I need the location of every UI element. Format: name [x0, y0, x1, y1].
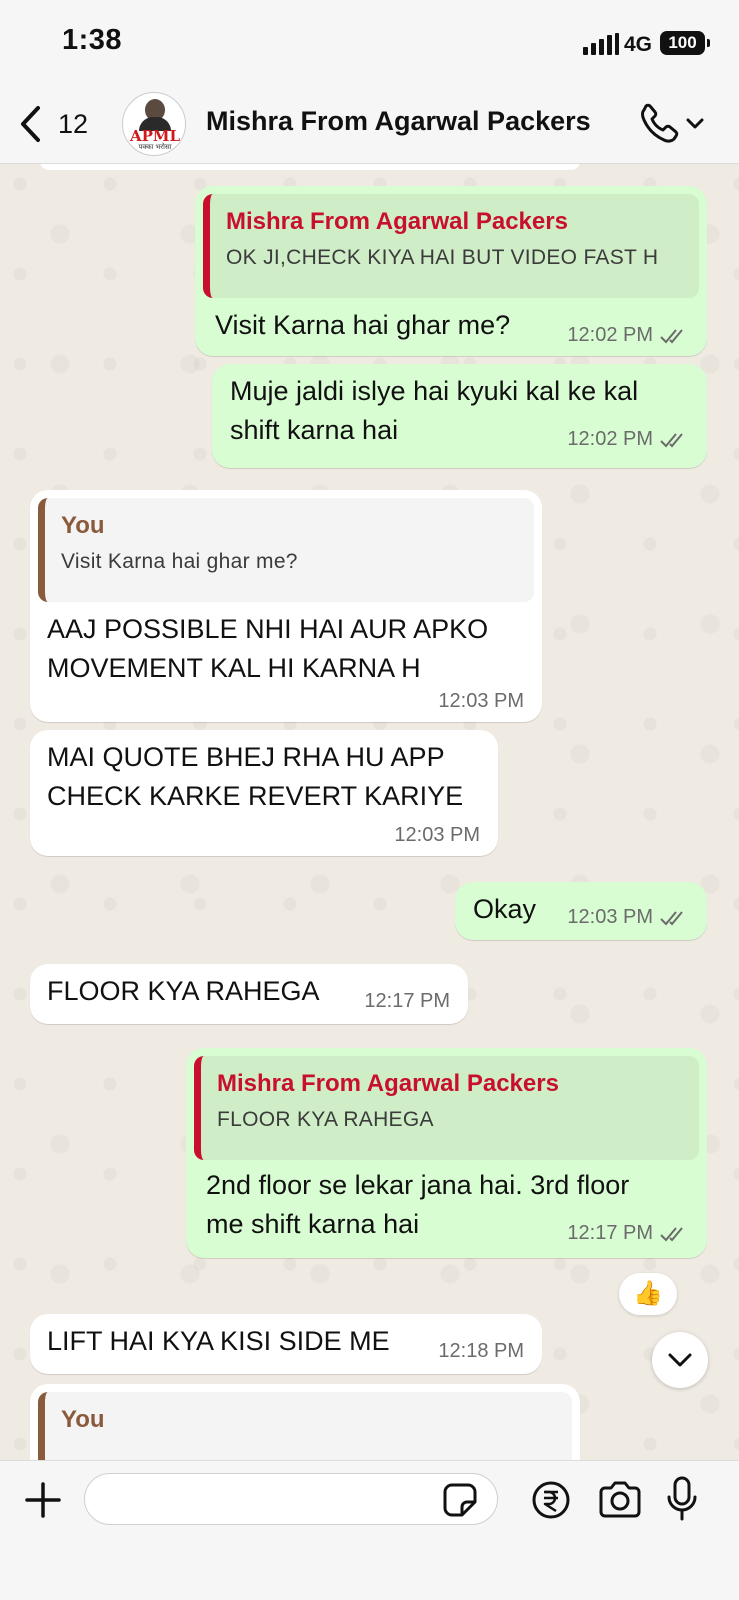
message-bubble-incoming[interactable]: You Visit Karna hai ghar me? AAJ POSSIBL…	[30, 490, 542, 722]
message-text: Okay	[473, 894, 537, 924]
message-text-line: Muje jaldi islye hai kyuki kal ke kal	[230, 376, 639, 406]
message-bubble-outgoing[interactable]: Mishra From Agarwal Packers OK JI,CHECK …	[195, 186, 707, 356]
message-meta: 12:17 PM	[567, 1222, 689, 1245]
double-check-icon	[660, 910, 683, 925]
quote-text: Visit Karna hai ghar me?	[61, 550, 298, 573]
message-bubble-outgoing[interactable]: Muje jaldi islye hai kyuki kal ke kal sh…	[212, 364, 707, 468]
message-text-line: 2nd floor se lekar jana hai. 3rd floor	[206, 1170, 630, 1200]
message-meta: 12:18 PM	[438, 1340, 524, 1363]
quote-author: You	[61, 512, 105, 539]
message-time: 12:02 PM	[567, 324, 653, 346]
message-text-line: CHECK KARKE REVERT KARIYE	[47, 781, 464, 811]
message-bubble-outgoing[interactable]: Mishra From Agarwal Packers FLOOR KYA RA…	[186, 1048, 707, 1258]
message-text: FLOOR KYA RAHEGA	[47, 976, 320, 1006]
voice-message-button[interactable]	[664, 1473, 700, 1525]
battery-icon: 100	[660, 31, 710, 55]
message-text-line: MOVEMENT KAL HI KARNA H	[47, 653, 421, 683]
quote-author: Mishra From Agarwal Packers	[226, 208, 568, 235]
quoted-message[interactable]: You	[38, 1392, 572, 1460]
sticker-icon	[443, 1483, 477, 1517]
message-text-line: AAJ POSSIBLE NHI HAI AUR APKO	[47, 614, 489, 644]
message-bubble-incoming[interactable]: LIFT HAI KYA KISI SIDE ME 12:18 PM	[30, 1314, 542, 1374]
message-meta: 12:03 PM	[438, 690, 524, 713]
back-chevron-icon	[21, 106, 40, 142]
message-bubble-outgoing[interactable]: Okay 12:03 PM	[455, 882, 707, 940]
message-time: 12:03 PM	[567, 906, 653, 928]
unread-count: 12	[58, 108, 89, 139]
double-check-icon	[660, 328, 683, 343]
message-meta: 12:17 PM	[364, 990, 450, 1013]
quoted-message[interactable]: Mishra From Agarwal Packers OK JI,CHECK …	[203, 194, 699, 298]
double-check-icon	[660, 432, 683, 447]
message-meta: 12:03 PM	[567, 906, 689, 929]
message-bubble-incoming[interactable]: MAI QUOTE BHEJ RHA HU APP CHECK KARKE RE…	[30, 730, 498, 856]
chat-area[interactable]: Mishra From Agarwal Packers OK JI,CHECK …	[0, 164, 739, 1460]
signal-icon	[583, 33, 619, 55]
attach-button[interactable]	[18, 1475, 68, 1525]
message-bubble-incoming[interactable]: FLOOR KYA RAHEGA 12:17 PM	[30, 964, 468, 1024]
message-text-line: MAI QUOTE BHEJ RHA HU APP	[47, 742, 445, 772]
scroll-to-bottom-button[interactable]	[652, 1332, 708, 1388]
status-time: 1:38	[62, 24, 123, 56]
message-text: LIFT HAI KYA KISI SIDE ME	[47, 1326, 390, 1356]
network-label: 4G	[624, 33, 653, 56]
avatar-tagline: पक्का भरोसा	[138, 144, 172, 151]
microphone-icon	[667, 1476, 697, 1521]
message-time: 12:18 PM	[438, 1340, 524, 1362]
previous-message-fragment	[40, 164, 580, 170]
status-bar: 1:38 4G 100	[0, 0, 739, 84]
camera-icon	[599, 1481, 641, 1518]
call-button[interactable]	[636, 102, 708, 146]
message-time: 12:03 PM	[394, 824, 480, 846]
avatar[interactable]: APML पक्का भरोसा	[122, 92, 186, 156]
quoted-message[interactable]: Mishra From Agarwal Packers FLOOR KYA RA…	[194, 1056, 699, 1160]
double-check-icon	[660, 1226, 683, 1241]
message-time: 12:03 PM	[438, 690, 524, 712]
payment-button[interactable]	[530, 1479, 572, 1521]
message-bubble-incoming[interactable]: You	[30, 1384, 580, 1460]
quote-author: Mishra From Agarwal Packers	[217, 1070, 559, 1097]
input-bar	[0, 1460, 739, 1600]
rupee-payment-icon	[532, 1481, 570, 1519]
message-input[interactable]	[84, 1473, 498, 1525]
message-text: Visit Karna hai ghar me?	[215, 310, 511, 340]
message-time: 12:02 PM	[567, 428, 653, 450]
reaction-thumbs-up[interactable]: 👍	[619, 1273, 677, 1315]
message-meta: 12:03 PM	[394, 824, 480, 847]
quoted-message[interactable]: You Visit Karna hai ghar me?	[38, 498, 534, 602]
plus-icon	[25, 1482, 61, 1518]
quote-text: OK JI,CHECK KIYA HAI BUT VIDEO FAST H	[226, 246, 659, 269]
message-time: 12:17 PM	[364, 990, 450, 1012]
call-icon	[641, 103, 704, 143]
sticker-button[interactable]	[440, 1481, 480, 1519]
chat-title[interactable]: Mishra From Agarwal Packers	[206, 106, 591, 137]
back-button[interactable]: 12	[18, 102, 98, 146]
quote-text: FLOOR KYA RAHEGA	[217, 1108, 434, 1131]
quote-author: You	[61, 1406, 105, 1433]
message-time: 12:17 PM	[567, 1222, 653, 1244]
message-meta: 12:02 PM	[567, 324, 689, 347]
message-text-line: shift karna hai	[230, 415, 399, 445]
chat-header: 12 APML पक्का भरोसा Mishra From Agarwal …	[0, 84, 739, 164]
message-text-line: me shift karna hai	[206, 1209, 420, 1239]
camera-button[interactable]	[596, 1479, 644, 1521]
message-meta: 12:02 PM	[567, 428, 689, 451]
chevron-down-icon	[668, 1353, 692, 1367]
